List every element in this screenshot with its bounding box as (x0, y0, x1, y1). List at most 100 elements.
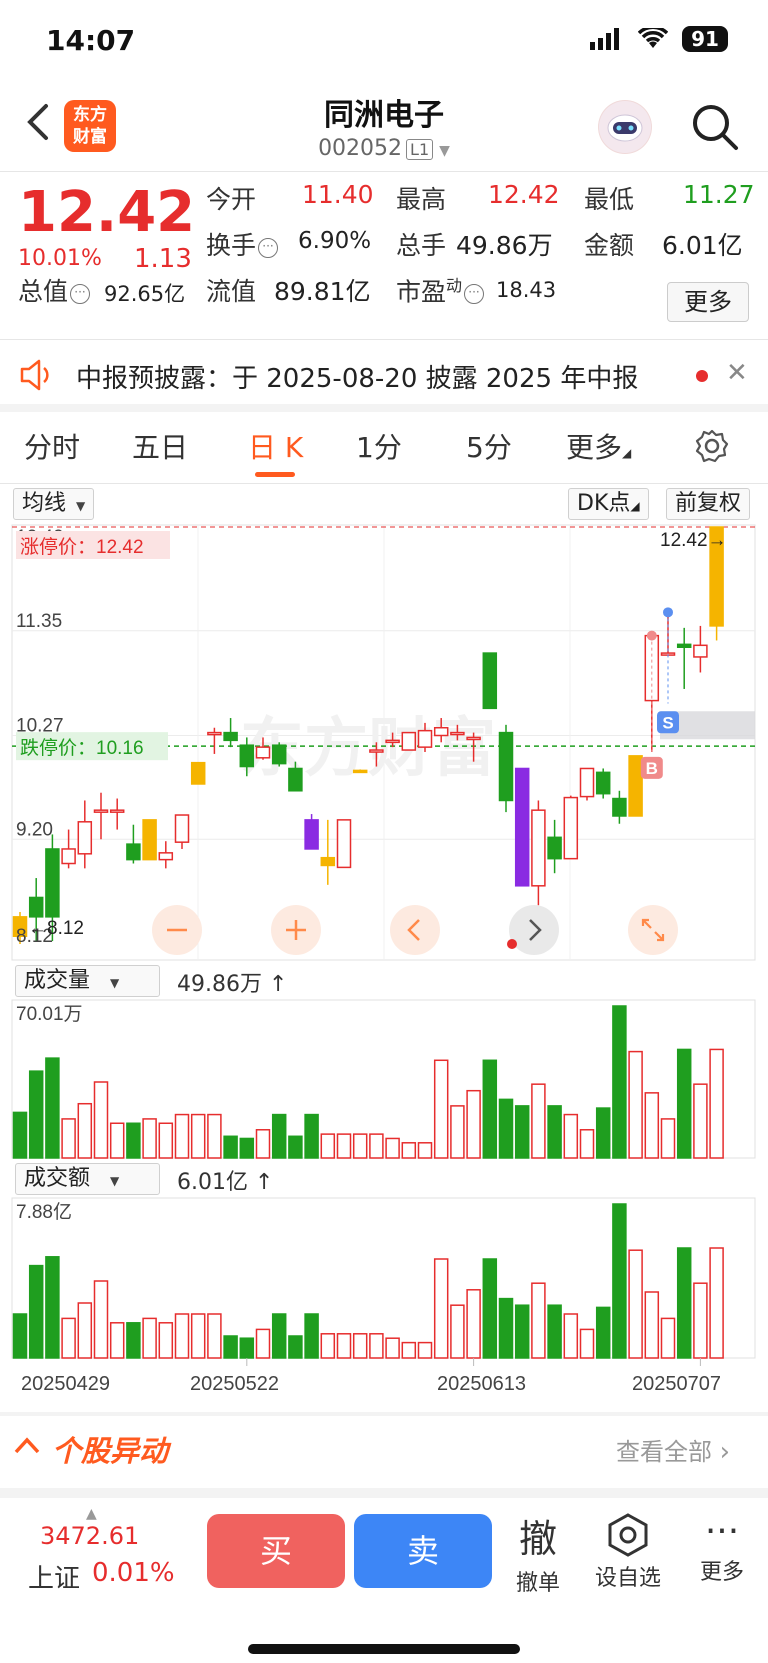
volume-bar (401, 1142, 417, 1159)
candle-body (514, 767, 530, 887)
amount-bar (514, 1304, 530, 1359)
last-price-marker: 12.42→ (660, 530, 727, 551)
volume-bar (190, 1113, 206, 1159)
candle-body (433, 726, 449, 737)
volume-bar (109, 1122, 125, 1159)
candle-body (207, 731, 222, 736)
add-watchlist-button[interactable]: 设自选 (588, 1512, 668, 1592)
volume-bar (369, 1133, 384, 1159)
candle-body (109, 809, 125, 813)
volume-bar (644, 1092, 660, 1159)
volume-bar (320, 1133, 336, 1159)
x-date-label: 20250707 (632, 1373, 721, 1395)
amount-bar (304, 1313, 319, 1359)
candle-body (450, 731, 465, 736)
volume-selector[interactable]: 成交量 ▼ (15, 965, 160, 997)
candle (77, 800, 93, 869)
more-button[interactable]: ··· 更多 (694, 1512, 750, 1586)
candle-body (239, 744, 255, 768)
volume-bar (595, 1107, 611, 1159)
amount-bar (385, 1337, 400, 1359)
amount-bar (612, 1203, 627, 1359)
candle-body (158, 852, 174, 861)
amount-bar (417, 1341, 433, 1359)
candle (628, 755, 643, 817)
amount-bar (174, 1313, 190, 1359)
candle (563, 795, 579, 860)
amount-bar (12, 1313, 28, 1359)
sell-button[interactable]: 卖 (354, 1514, 492, 1588)
volume-bar (45, 1057, 60, 1159)
amount-bar (709, 1247, 724, 1359)
candle-body (417, 729, 433, 748)
amount-bar (28, 1264, 44, 1359)
home-indicator (248, 1644, 520, 1654)
volume-bar (417, 1142, 433, 1159)
volume-bar (174, 1113, 190, 1159)
amount-selector[interactable]: 成交额 ▼ (15, 1163, 160, 1195)
volume-bar (352, 1133, 368, 1159)
candle-body (255, 746, 271, 759)
amount-bar (660, 1317, 676, 1359)
volume-bar (142, 1118, 157, 1159)
candle (223, 718, 238, 748)
volume-bar (77, 1102, 93, 1159)
stock-movers-section[interactable]: 个股异动 查看全部 › (0, 1416, 768, 1488)
amount-bar (239, 1337, 255, 1359)
scroll-right-button[interactable] (509, 905, 559, 955)
amount-bar (676, 1247, 692, 1359)
candle (498, 724, 514, 813)
amount-bar (126, 1322, 141, 1359)
volume-bar (288, 1135, 303, 1159)
amount-bar (271, 1313, 287, 1359)
fullscreen-button[interactable] (628, 905, 678, 955)
volume-bar (433, 1059, 449, 1159)
signal-dot (663, 607, 673, 618)
amount-bar (61, 1317, 76, 1359)
volume-bar (93, 1081, 109, 1159)
volume-bar (126, 1122, 141, 1159)
buy-button[interactable]: 买 (207, 1514, 345, 1588)
amount-bar (255, 1328, 271, 1359)
amount-max-label: 7.88亿 (16, 1201, 72, 1223)
amount-bar (563, 1313, 579, 1359)
candle (207, 727, 222, 754)
x-date-label: 20250522 (190, 1373, 279, 1395)
candle-body (336, 819, 352, 869)
amount-bar (142, 1317, 157, 1359)
candle (482, 652, 498, 710)
volume-bar (223, 1135, 238, 1159)
zoom-in-button[interactable] (271, 905, 321, 955)
control-bg (628, 905, 678, 955)
candle (336, 819, 352, 869)
cancel-order-button[interactable]: 撤 撤单 (510, 1508, 566, 1597)
candle (142, 819, 157, 861)
candle-body (61, 848, 76, 865)
volume-bar (255, 1129, 271, 1159)
candle-body (385, 739, 400, 744)
amount-bar (433, 1258, 449, 1359)
candle (579, 767, 595, 801)
view-all-link[interactable]: 查看全部 › (616, 1432, 730, 1467)
volume-bar (547, 1105, 562, 1159)
amount-bar (223, 1335, 238, 1359)
candle-body (466, 736, 481, 741)
amount-bar (401, 1341, 417, 1359)
volume-bar (61, 1118, 76, 1159)
index-value: 3472.61 (40, 1522, 140, 1550)
kline-chart[interactable]: 东方财富SB12.4211.3510.279.208.12涨停价：12.42跌停… (0, 0, 768, 1412)
amount-bar (693, 1282, 708, 1359)
amount-bar (109, 1322, 125, 1359)
x-date-label: 20250429 (21, 1373, 110, 1395)
amount-bar (628, 1249, 643, 1359)
candle-body (482, 652, 498, 710)
amount-bar (158, 1322, 174, 1359)
candle-body (352, 769, 368, 774)
amount-bar (547, 1304, 562, 1359)
scroll-left-button[interactable] (390, 905, 440, 955)
zoom-out-button[interactable] (152, 905, 202, 955)
candle-body (369, 749, 384, 753)
amount-bar (45, 1256, 60, 1359)
index-name: 上证 (28, 1564, 81, 1594)
movers-title: 个股异动 (52, 1434, 169, 1468)
